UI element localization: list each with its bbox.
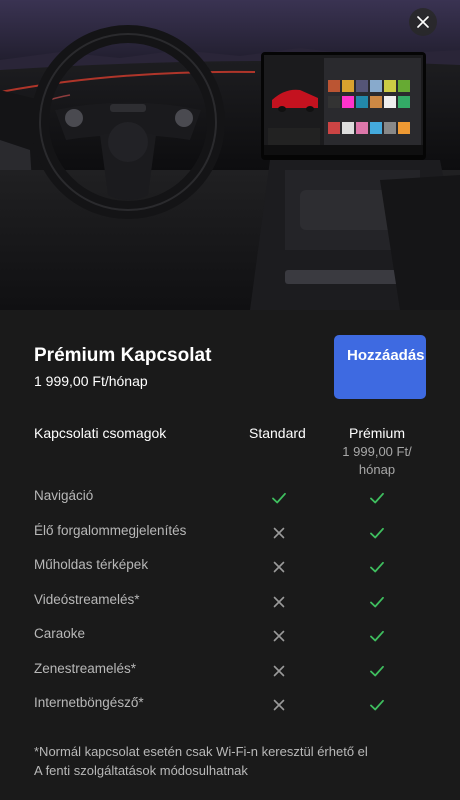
feature-row: Navigáció [0, 482, 460, 517]
cross-icon [271, 525, 287, 541]
cross-icon [271, 663, 287, 679]
feature-row: Zenestreamelés* [0, 655, 460, 690]
close-icon [417, 16, 429, 28]
feature-label: Caraoke [34, 626, 86, 641]
feature-table: Navigáció Élő forgalommegjelenítés Műholda… [0, 482, 460, 724]
check-icon [369, 525, 385, 541]
premium-column-title: Prémium [348, 425, 405, 441]
check-icon [369, 697, 385, 713]
feature-row: Videóstreamelés* [0, 586, 460, 621]
feature-row: Caraoke [0, 620, 460, 655]
standard-column-header: Standard [249, 425, 306, 441]
check-icon [271, 490, 287, 506]
check-icon [369, 663, 385, 679]
cross-icon [271, 594, 287, 610]
add-button[interactable]: Hozzáadás [334, 335, 426, 399]
feature-label: Navigáció [34, 488, 94, 503]
check-icon [369, 559, 385, 575]
feature-row: Élő forgalommegjelenítés [0, 517, 460, 552]
features-column-header: Kapcsolati csomagok [34, 425, 167, 441]
footnote-line-2: A fenti szolgáltatások módosulhatnak [34, 763, 248, 778]
feature-label: Internetböngésző* [34, 695, 144, 710]
footnote-line-1: *Normál kapcsolat esetén csak Wi-Fi-n ke… [34, 744, 368, 759]
premium-column-header: Prémium 1 999,00 Ft/ hónap [336, 425, 418, 479]
feature-row: Internetböngésző* [0, 689, 460, 724]
package-price: 1 999,00 Ft/hónap [34, 373, 148, 389]
close-button[interactable] [409, 8, 437, 36]
premium-column-price: 1 999,00 Ft/ hónap [342, 444, 412, 477]
feature-label: Élő forgalommegjelenítés [34, 522, 187, 538]
footnote: *Normál kapcsolat esetén csak Wi-Fi-n ke… [34, 742, 454, 780]
car-interior-image [0, 0, 460, 310]
cross-icon [271, 628, 287, 644]
feature-label: Zenestreamelés* [34, 660, 137, 676]
check-icon [369, 628, 385, 644]
feature-row: Műholdas térképek [0, 551, 460, 586]
feature-label: Videóstreamelés* [34, 591, 140, 607]
cross-icon [271, 559, 287, 575]
check-icon [369, 594, 385, 610]
package-title: Prémium Kapcsolat [34, 345, 212, 366]
package-panel: Prémium Kapcsolat 1 999,00 Ft/hónap Hozz… [0, 310, 460, 800]
feature-label: Műholdas térképek [34, 557, 149, 572]
cross-icon [271, 697, 287, 713]
check-icon [369, 490, 385, 506]
